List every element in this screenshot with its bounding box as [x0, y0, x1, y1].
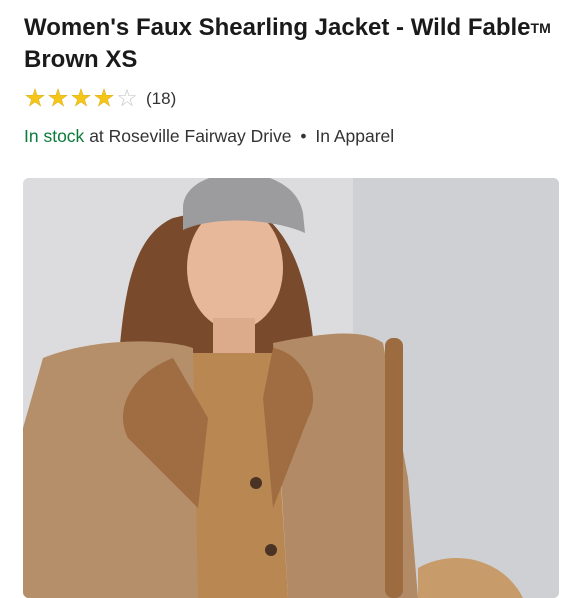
- product-image[interactable]: [23, 178, 559, 598]
- rating-summary[interactable]: ★ ★ ★ ★ ☆ (18): [24, 85, 564, 112]
- star-icon: ★: [47, 85, 69, 112]
- star-icon: ★: [24, 85, 46, 112]
- trademark-symbol: TM: [530, 20, 551, 36]
- product-photo: [23, 178, 559, 598]
- product-title: Women's Faux Shearling Jacket - Wild Fab…: [24, 12, 564, 75]
- product-title-main: Women's Faux Shearling Jacket - Wild Fab…: [24, 14, 531, 41]
- department-link[interactable]: In Apparel: [315, 126, 394, 146]
- star-outline-icon: ☆: [116, 85, 138, 112]
- star-icon: ★: [70, 85, 92, 112]
- product-header: Women's Faux Shearling Jacket - Wild Fab…: [24, 12, 564, 147]
- product-title-variant: Brown XS: [24, 46, 138, 73]
- store-location[interactable]: at Roseville Fairway Drive: [89, 126, 291, 146]
- stock-status: In stock: [24, 126, 85, 146]
- separator-dot: •: [300, 126, 307, 146]
- availability-line: In stock at Roseville Fairway Drive • In…: [24, 126, 564, 147]
- review-count[interactable]: (18): [146, 89, 176, 109]
- star-rating: ★ ★ ★ ★ ☆: [24, 85, 138, 112]
- star-icon: ★: [93, 85, 115, 112]
